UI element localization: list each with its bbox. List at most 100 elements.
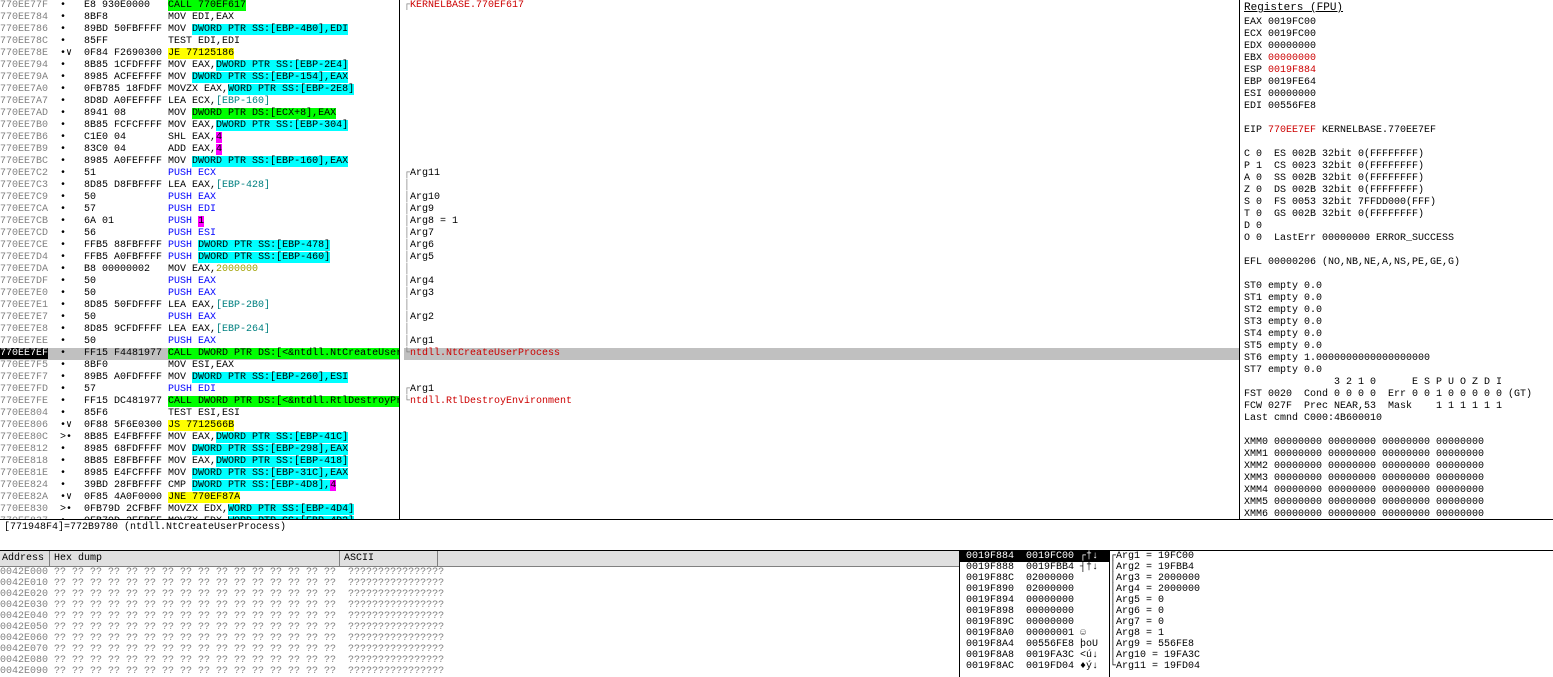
fpu-st[interactable]: ST0 empty 0.0 [1244, 281, 1549, 293]
register-eip[interactable]: EIP 770EE7EF KERNELBASE.770EE7EF [1244, 125, 1549, 137]
fpu-st[interactable]: ST3 empty 0.0 [1244, 317, 1549, 329]
disasm-row[interactable]: 770EE7AD • 8941 08 MOV DWORD PTR DS:[ECX… [0, 108, 399, 120]
fpu-st[interactable]: ST6 empty 1.0000000000000000000 [1244, 353, 1549, 365]
fpu-st[interactable]: ST5 empty 0.0 [1244, 341, 1549, 353]
disassembly-panel[interactable]: 770EE77F • E8 930E0000 CALL 770EF617 770E… [0, 0, 400, 519]
fst-register[interactable]: FST 0020 Cond 0 0 0 0 Err 0 0 1 0 0 0 0 … [1244, 389, 1549, 401]
xmm-register[interactable]: XMM0 00000000 00000000 00000000 00000000 [1244, 437, 1549, 449]
disasm-row[interactable]: 770EE7BC • 8985 A0FEFFFF MOV DWORD PTR S… [0, 156, 399, 168]
cpu-flag[interactable]: O 0 LastErr 00000000 ERROR_SUCCESS [1244, 233, 1549, 245]
disasm-row[interactable]: 770EE812 • 8985 68FDFFFF MOV DWORD PTR S… [0, 444, 399, 456]
disasm-row[interactable]: 770EE80C >• 8B85 E4FBFFFF MOV EAX,DWORD … [0, 432, 399, 444]
info-panel[interactable]: ┌KERNELBASE.770EF617 ┌Arg11││Arg10│Arg9│… [400, 0, 1240, 519]
disasm-row[interactable]: 770EE7C3 • 8D85 D8FBFFFF LEA EAX,[EBP-42… [0, 180, 399, 192]
hexdump-row[interactable]: 0042E000 ?? ?? ?? ?? ?? ?? ?? ?? ?? ?? ?… [0, 567, 959, 578]
hexdump-panel[interactable]: Address Hex dump ASCII 0042E000 ?? ?? ??… [0, 551, 960, 677]
disasm-row[interactable]: 770EE7CA • 57 PUSH EDI [0, 204, 399, 216]
disasm-row[interactable]: 770EE79A • 8985 ACFEFFFF MOV DWORD PTR S… [0, 72, 399, 84]
disasm-row[interactable]: 770EE7B0 • 8B85 FCFCFFFF MOV EAX,DWORD P… [0, 120, 399, 132]
fpu-st[interactable]: ST4 empty 0.0 [1244, 329, 1549, 341]
disasm-row[interactable]: 770EE7A7 • 8D8D A0FEFFFF LEA ECX,[EBP-16… [0, 96, 399, 108]
fpu-st[interactable]: ST2 empty 0.0 [1244, 305, 1549, 317]
disasm-row[interactable]: 770EE7EE • 50 PUSH EAX [0, 336, 399, 348]
stack-row[interactable]: 0019F8AC 0019FD04 ♦ý↓ [960, 661, 1109, 672]
disasm-row[interactable]: 770EE81E • 8985 E4FCFFFF MOV DWORD PTR S… [0, 468, 399, 480]
xmm-register[interactable]: XMM3 00000000 00000000 00000000 00000000 [1244, 473, 1549, 485]
cpu-flag[interactable]: T 0 GS 002B 32bit 0(FFFFFFFF) [1244, 209, 1549, 221]
xmm-register[interactable]: XMM2 00000000 00000000 00000000 00000000 [1244, 461, 1549, 473]
disasm-row[interactable]: 770EE7A0 • 0FB785 18FDFF MOVZX EAX,WORD … [0, 84, 399, 96]
disasm-row[interactable]: 770EE806 •∨ 0F88 5F6E0300 JS 7712566B [0, 420, 399, 432]
xmm-register[interactable]: XMM1 00000000 00000000 00000000 00000000 [1244, 449, 1549, 461]
hexdump-col-hex[interactable]: Hex dump [50, 551, 340, 566]
fpu-st[interactable]: ST1 empty 0.0 [1244, 293, 1549, 305]
hexdump-row[interactable]: 0042E050 ?? ?? ?? ?? ?? ?? ?? ?? ?? ?? ?… [0, 622, 959, 633]
hexdump-row[interactable]: 0042E090 ?? ?? ?? ?? ?? ?? ?? ?? ?? ?? ?… [0, 666, 959, 677]
stack-row[interactable]: 0019F89C 00000000 [960, 617, 1109, 628]
stack-row[interactable]: 0019F8A0 00000001 ☺ [960, 628, 1109, 639]
register-ecx[interactable]: ECX 0019FC00 [1244, 29, 1549, 41]
register-edi[interactable]: EDI 00556FE8 [1244, 101, 1549, 113]
disasm-row[interactable]: 770EE7F7 • 89B5 A0FDFFFF MOV DWORD PTR S… [0, 372, 399, 384]
disasm-row[interactable]: 770EE78E •∨ 0F84 F2690300 JE 77125186 [0, 48, 399, 60]
hexdump-col-address[interactable]: Address [0, 551, 50, 566]
register-edx[interactable]: EDX 00000000 [1244, 41, 1549, 53]
registers-panel[interactable]: Registers (FPU) EAX 0019FC00 ECX 0019FC0… [1240, 0, 1553, 519]
register-esi[interactable]: ESI 00000000 [1244, 89, 1549, 101]
xmm-register[interactable]: XMM6 00000000 00000000 00000000 00000000 [1244, 509, 1549, 519]
disasm-row[interactable]: 770EE7E8 • 8D85 9CFDFFFF LEA EAX,[EBP-26… [0, 324, 399, 336]
cpu-flag[interactable]: S 0 FS 0053 32bit 7FFDD000(FFF) [1244, 197, 1549, 209]
hexdump-row[interactable]: 0042E060 ?? ?? ?? ?? ?? ?? ?? ?? ?? ?? ?… [0, 633, 959, 644]
hexdump-row[interactable]: 0042E040 ?? ?? ?? ?? ?? ?? ?? ?? ?? ?? ?… [0, 611, 959, 622]
disasm-row[interactable]: 770EE7B9 • 83C0 04 ADD EAX,4 [0, 144, 399, 156]
stack-panel[interactable]: 0019F884 0019FC00 ┌†↓ 0019F888 0019FBB4 … [960, 551, 1110, 677]
args-panel[interactable]: ┌Arg1 = 19FC00│Arg2 = 19FBB4│Arg3 = 2000… [1110, 551, 1553, 677]
disasm-row[interactable]: 770EE7F5 • 8BF0 MOV ESI,EAX [0, 360, 399, 372]
disasm-row[interactable]: 770EE7EF • FF15 F4481977 CALL DWORD PTR … [0, 348, 399, 360]
disasm-row[interactable]: 770EE7DA • B8 00000002 MOV EAX,2000000 [0, 264, 399, 276]
stack-row[interactable]: 0019F884 0019FC00 ┌†↓ [960, 551, 1109, 562]
disasm-row[interactable]: 770EE7B6 • C1E0 04 SHL EAX,4 [0, 132, 399, 144]
disasm-row[interactable]: 770EE7D4 • FFB5 A0FBFFFF PUSH DWORD PTR … [0, 252, 399, 264]
disasm-row[interactable]: 770EE7CD • 56 PUSH ESI [0, 228, 399, 240]
disasm-row[interactable]: 770EE7CE • FFB5 88FBFFFF PUSH DWORD PTR … [0, 240, 399, 252]
stack-row[interactable]: 0019F890 02000000 [960, 584, 1109, 595]
disasm-row[interactable]: 770EE7DF • 50 PUSH EAX [0, 276, 399, 288]
disasm-row[interactable]: 770EE830 >• 0FB79D 2CFBFF MOVZX EDX,WORD… [0, 504, 399, 516]
xmm-register[interactable]: XMM4 00000000 00000000 00000000 00000000 [1244, 485, 1549, 497]
disasm-row[interactable]: 770EE7C9 • 50 PUSH EAX [0, 192, 399, 204]
register-eax[interactable]: EAX 0019FC00 [1244, 17, 1549, 29]
hexdump-row[interactable]: 0042E010 ?? ?? ?? ?? ?? ?? ?? ?? ?? ?? ?… [0, 578, 959, 589]
disasm-row[interactable]: 770EE78C • 85FF TEST EDI,EDI [0, 36, 399, 48]
disasm-row[interactable]: 770EE7FD • 57 PUSH EDI [0, 384, 399, 396]
disasm-row[interactable]: 770EE7CB • 6A 01 PUSH 1 [0, 216, 399, 228]
cpu-flag[interactable]: C 0 ES 002B 32bit 0(FFFFFFFF) [1244, 149, 1549, 161]
xmm-register[interactable]: XMM5 00000000 00000000 00000000 00000000 [1244, 497, 1549, 509]
fpu-st[interactable]: ST7 empty 0.0 [1244, 365, 1549, 377]
stack-row[interactable]: 0019F88C 02000000 [960, 573, 1109, 584]
disasm-row[interactable]: 770EE824 • 39BD 28FBFFFF CMP DWORD PTR S… [0, 480, 399, 492]
hexdump-row[interactable]: 0042E070 ?? ?? ?? ?? ?? ?? ?? ?? ?? ?? ?… [0, 644, 959, 655]
efl-register[interactable]: EFL 00000206 (NO,NB,NE,A,NS,PE,GE,G) [1244, 257, 1549, 269]
stack-row[interactable]: 0019F888 0019FBB4 ┤†↓ [960, 562, 1109, 573]
hexdump-row[interactable]: 0042E030 ?? ?? ?? ?? ?? ?? ?? ?? ?? ?? ?… [0, 600, 959, 611]
disasm-row[interactable]: 770EE77F • E8 930E0000 CALL 770EF617 [0, 0, 399, 12]
stack-row[interactable]: 0019F894 00000000 [960, 595, 1109, 606]
cpu-flag[interactable]: Z 0 DS 002B 32bit 0(FFFFFFFF) [1244, 185, 1549, 197]
disasm-row[interactable]: 770EE786 • 89BD 50FBFFFF MOV DWORD PTR S… [0, 24, 399, 36]
register-ebp[interactable]: EBP 0019FE64 [1244, 77, 1549, 89]
stack-row[interactable]: 0019F8A8 0019FA3C <ú↓ [960, 650, 1109, 661]
hexdump-row[interactable]: 0042E020 ?? ?? ?? ?? ?? ?? ?? ?? ?? ?? ?… [0, 589, 959, 600]
cpu-flag[interactable]: P 1 CS 0023 32bit 0(FFFFFFFF) [1244, 161, 1549, 173]
hexdump-col-ascii[interactable]: ASCII [340, 551, 438, 566]
disasm-row[interactable]: 770EE837 • 0FB79D 2EFBFF MOVZX EDX,WORD … [0, 516, 399, 519]
cpu-flag[interactable]: D 0 [1244, 221, 1549, 233]
disasm-row[interactable]: 770EE7FE • FF15 DC481977 CALL DWORD PTR … [0, 396, 399, 408]
stack-row[interactable]: 0019F8A4 00556FE8 þoU [960, 639, 1109, 650]
disasm-row[interactable]: 770EE818 • 8B85 E8FBFFFF MOV EAX,DWORD P… [0, 456, 399, 468]
disasm-row[interactable]: 770EE794 • 8B85 1CFDFFFF MOV EAX,DWORD P… [0, 60, 399, 72]
hexdump-row[interactable]: 0042E080 ?? ?? ?? ?? ?? ?? ?? ?? ?? ?? ?… [0, 655, 959, 666]
disasm-row[interactable]: 770EE7E0 • 50 PUSH EAX [0, 288, 399, 300]
disasm-row[interactable]: 770EE82A •∨ 0F85 4A0F0000 JNE 770EF87A [0, 492, 399, 504]
register-ebx[interactable]: EBX 00000000 [1244, 53, 1549, 65]
